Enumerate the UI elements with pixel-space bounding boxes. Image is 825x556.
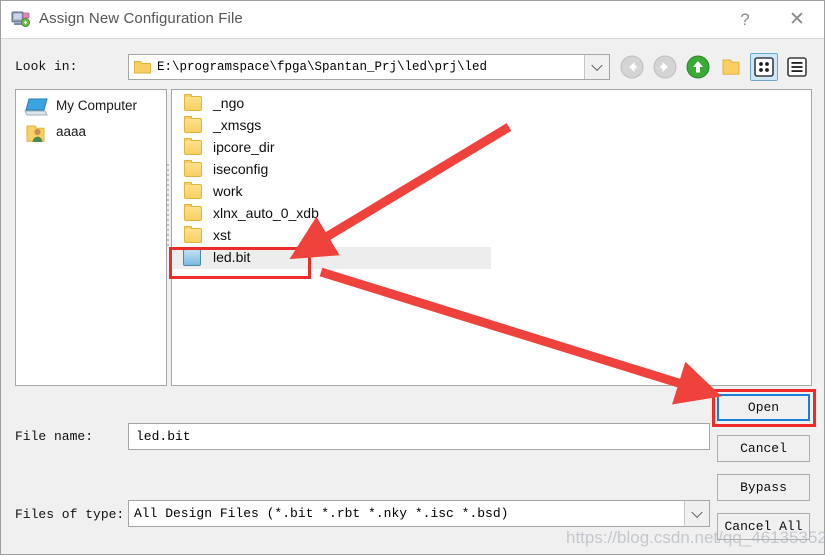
folder-icon xyxy=(184,94,202,111)
folder-icon xyxy=(184,160,202,177)
file-name: iseconfig xyxy=(213,161,269,177)
sidebar-item-my-computer[interactable]: My Computer xyxy=(18,94,164,120)
bypass-button[interactable]: Bypass xyxy=(717,474,810,501)
file-name: xst xyxy=(213,227,231,243)
arrow-up-circle-icon xyxy=(686,55,710,79)
assign-config-icon xyxy=(11,11,30,27)
arrow-right-circle-icon xyxy=(653,55,677,79)
files-of-type-dropdown-arrow[interactable] xyxy=(684,501,709,526)
back-button[interactable] xyxy=(619,54,645,80)
file-name: ipcore_dir xyxy=(213,139,275,155)
look-in-dropdown-arrow[interactable] xyxy=(584,55,609,79)
look-in-path: E:\programspace\fpga\Spantan_Prj\led\prj… xyxy=(157,60,488,74)
list-view-button[interactable] xyxy=(750,53,778,81)
cancel-button[interactable]: Cancel xyxy=(717,435,810,462)
folder-icon xyxy=(184,116,202,133)
look-in-combo[interactable]: E:\programspace\fpga\Spantan_Prj\led\prj… xyxy=(128,54,610,80)
folder-icon xyxy=(184,226,202,243)
annotation-box-open xyxy=(712,389,816,427)
files-of-type-value: All Design Files (*.bit *.rbt *.nky *.is… xyxy=(134,506,509,521)
file-name-value: led.bit xyxy=(136,429,191,444)
list-item[interactable]: xst xyxy=(173,225,812,247)
sidebar-places-panel[interactable]: My Computer aaaa xyxy=(15,89,167,386)
detail-view-button[interactable] xyxy=(784,54,810,80)
new-folder-icon xyxy=(722,59,740,75)
sidebar-item-aaaa[interactable]: aaaa xyxy=(18,120,164,146)
files-of-type-combo[interactable]: All Design Files (*.bit *.rbt *.nky *.is… xyxy=(128,500,710,527)
files-of-type-label: Files of type: xyxy=(15,507,125,522)
folder-icon xyxy=(134,61,151,74)
file-name-label: File name: xyxy=(15,429,94,444)
parent-directory-button[interactable] xyxy=(685,54,711,80)
file-name: _ngo xyxy=(213,95,245,111)
list-item[interactable]: xlnx_auto_0_xdb xyxy=(173,203,812,225)
list-item[interactable]: iseconfig xyxy=(173,159,812,181)
annotation-box-file xyxy=(169,247,311,279)
folder-icon xyxy=(184,204,202,221)
chevron-down-icon xyxy=(691,506,703,518)
look-in-label: Look in: xyxy=(15,59,78,74)
list-item[interactable]: _xmsgs xyxy=(173,115,812,137)
file-name-input[interactable]: led.bit xyxy=(128,423,710,450)
list-item[interactable]: _ngo xyxy=(173,93,812,115)
assign-configuration-file-dialog: Assign New Configuration File ? ✕ Look i… xyxy=(0,0,825,555)
folder-icon xyxy=(184,182,202,199)
list-item[interactable]: ipcore_dir xyxy=(173,137,812,159)
title-bar: Assign New Configuration File ? ✕ xyxy=(1,1,824,39)
help-button[interactable]: ? xyxy=(722,1,768,38)
arrow-left-circle-icon xyxy=(620,55,644,79)
forward-button[interactable] xyxy=(652,54,678,80)
computer-icon xyxy=(24,98,48,116)
detail-view-icon xyxy=(787,57,807,77)
window-title: Assign New Configuration File xyxy=(39,10,243,27)
list-view-icon xyxy=(754,57,774,77)
file-list-panel[interactable]: _ngo _xmsgs ipcore_dir iseconfig work xl… xyxy=(171,89,812,386)
file-name: _xmsgs xyxy=(213,117,262,133)
chevron-down-icon xyxy=(591,59,603,72)
new-folder-button[interactable] xyxy=(718,54,744,80)
watermark-text: https://blog.csdn.net/qq_46135352 xyxy=(566,528,825,547)
close-button[interactable]: ✕ xyxy=(774,1,820,38)
sidebar-item-label: aaaa xyxy=(56,124,87,139)
folder-icon xyxy=(184,138,202,155)
user-folder-icon xyxy=(26,125,45,142)
sidebar-item-label: My Computer xyxy=(56,98,138,113)
list-item[interactable]: work xyxy=(173,181,812,203)
file-name: xlnx_auto_0_xdb xyxy=(213,205,319,221)
file-name: work xyxy=(213,183,243,199)
